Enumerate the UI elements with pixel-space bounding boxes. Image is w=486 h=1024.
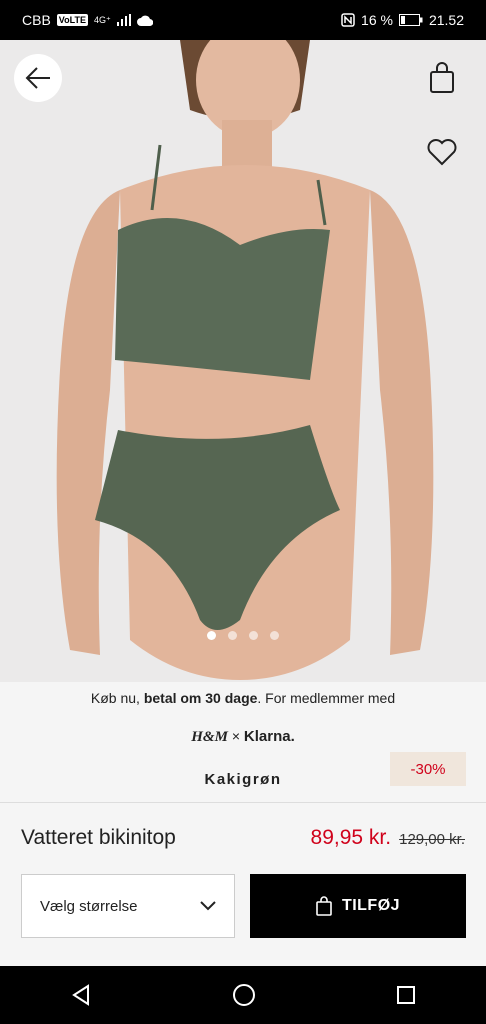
cloud-icon [136, 15, 153, 26]
pagination-dot[interactable] [207, 631, 216, 640]
signal-icon [116, 14, 131, 26]
product-name: Vatteret bikinitop [21, 826, 176, 849]
volte-badge: VoLTE [56, 14, 88, 26]
discount-badge: -30% [390, 752, 466, 786]
product-image[interactable] [0, 40, 486, 682]
nfc-icon [341, 13, 355, 27]
promo-prefix: Køb nu, [90, 690, 144, 706]
pagination-dot[interactable] [270, 631, 279, 640]
back-button[interactable] [14, 54, 62, 102]
nav-back-icon[interactable] [70, 984, 92, 1006]
bag-icon [316, 896, 332, 916]
klarna-promo-text: Køb nu, betal om 30 dage. For medlemmer … [0, 690, 486, 706]
size-select[interactable]: Vælg størrelse [21, 874, 235, 938]
shopping-bag-button[interactable] [418, 54, 466, 102]
pagination-dot[interactable] [228, 631, 237, 640]
price-group: 89,95 kr. 129,00 kr. [311, 826, 465, 850]
gallery-pagination [0, 631, 486, 640]
add-to-bag-button[interactable]: TILFØJ [250, 874, 466, 938]
current-price: 89,95 kr. [310, 826, 392, 849]
chevron-down-icon [200, 901, 216, 911]
carrier-label: CBB [22, 12, 51, 28]
partner-logos: H&M × Klarna. [0, 728, 486, 746]
add-to-bag-label: TILFØJ [341, 897, 401, 914]
pagination-dot[interactable] [249, 631, 258, 640]
nav-home-icon[interactable] [232, 983, 256, 1007]
battery-icon [398, 14, 423, 26]
system-nav-bar [0, 966, 486, 1024]
clock: 21.52 [428, 12, 464, 28]
promo-suffix: . For medlemmer med [257, 690, 396, 706]
hm-logo: H&M [191, 729, 228, 745]
battery-percent: 16 % [361, 12, 393, 28]
original-price: 129,00 kr. [399, 831, 465, 848]
divider [0, 802, 486, 803]
model-photo [0, 40, 486, 682]
back-arrow-icon [25, 67, 50, 89]
times-sign: × [231, 728, 240, 744]
status-bar: CBB VoLTE 4G⁺ 16 % 21.52 [0, 0, 486, 40]
favorite-button[interactable] [418, 128, 466, 176]
size-select-label: Vælg størrelse [40, 897, 138, 915]
klarna-logo: Klarna. [243, 728, 295, 745]
shopping-bag-icon [430, 62, 454, 93]
heart-icon [427, 139, 457, 166]
promo-bold: betal om 30 dage [143, 690, 258, 706]
nav-recents-icon[interactable] [396, 985, 416, 1005]
network-label: 4G⁺ [93, 14, 111, 25]
